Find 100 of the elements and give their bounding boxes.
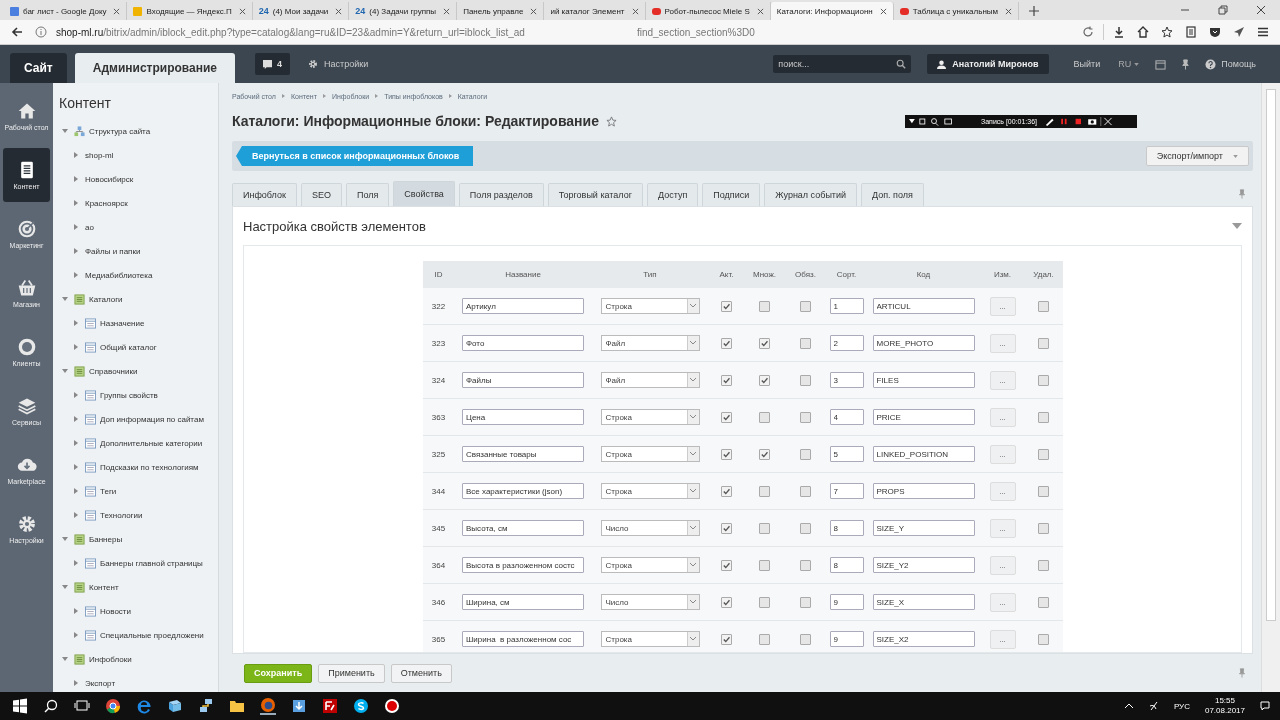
tree-item[interactable]: Новосибирск: [59, 167, 218, 191]
checkbox[interactable]: [759, 559, 770, 571]
tree-item[interactable]: Баннеры главной страницы: [59, 551, 218, 575]
sort-input[interactable]: 2: [829, 335, 864, 351]
tree-item[interactable]: Баннеры: [59, 527, 218, 551]
type-select[interactable]: Строка: [600, 409, 700, 425]
sort-input[interactable]: 8: [829, 520, 864, 536]
edit-button[interactable]: ...: [989, 555, 1016, 575]
expander-icon[interactable]: [62, 297, 68, 301]
expander-icon[interactable]: [62, 129, 68, 133]
tree-item[interactable]: Красноярск: [59, 191, 218, 215]
expander-icon[interactable]: [74, 200, 78, 206]
checkbox[interactable]: [759, 596, 770, 608]
expander-icon[interactable]: [74, 560, 78, 566]
expander-icon[interactable]: [74, 632, 78, 638]
type-select[interactable]: Число: [600, 594, 700, 610]
sort-input[interactable]: 7: [829, 483, 864, 499]
help-icon[interactable]: [1205, 58, 1217, 70]
type-select[interactable]: Строка: [600, 483, 700, 499]
tree-item[interactable]: Назначение: [59, 311, 218, 335]
name-input[interactable]: Высота в разложенном состс: [462, 557, 584, 573]
pin-icon[interactable]: [1237, 668, 1247, 678]
type-select[interactable]: Строка: [600, 631, 700, 647]
checkbox[interactable]: [721, 522, 732, 534]
tree-item[interactable]: Группы свойств: [59, 383, 218, 407]
search-icon[interactable]: [43, 698, 59, 714]
ftp-client-icon[interactable]: [322, 698, 338, 714]
network-icon[interactable]: [198, 698, 214, 714]
code-input[interactable]: LINKED_POSITION: [872, 446, 975, 462]
edit-button[interactable]: ...: [989, 407, 1016, 427]
close-icon[interactable]: [1005, 7, 1013, 15]
code-input[interactable]: SIZE_Y: [872, 520, 975, 536]
checkbox[interactable]: [721, 448, 732, 460]
search-icon[interactable]: [896, 59, 907, 69]
code-input[interactable]: MORE_PHOTO: [872, 335, 975, 351]
expander-icon[interactable]: [74, 440, 78, 446]
tree-item[interactable]: Справочники: [59, 359, 218, 383]
close-icon[interactable]: [113, 7, 121, 15]
checkbox[interactable]: [759, 522, 770, 534]
reader-icon[interactable]: [1185, 26, 1197, 38]
name-input[interactable]: Связанные товары: [462, 446, 584, 462]
checkbox[interactable]: [721, 337, 732, 349]
expander-icon[interactable]: [74, 512, 78, 518]
tree-item[interactable]: Файлы и папки: [59, 239, 218, 263]
code-input[interactable]: ARTICUL: [872, 298, 975, 314]
pocket-icon[interactable]: [1209, 26, 1221, 38]
type-select[interactable]: Файл: [600, 335, 700, 351]
checkbox[interactable]: [1038, 300, 1049, 312]
tab[interactable]: Поля: [345, 183, 390, 206]
checkbox[interactable]: [1038, 337, 1049, 349]
code-input[interactable]: SIZE_Y2: [872, 557, 975, 573]
expander-icon[interactable]: [74, 344, 78, 350]
tab[interactable]: Поля разделов: [458, 183, 544, 206]
menu-icon[interactable]: [1257, 26, 1269, 38]
language-selector[interactable]: RU: [1118, 59, 1140, 69]
browser-tab[interactable]: Каталоги: Информационн: [770, 2, 894, 20]
checkbox[interactable]: [759, 411, 770, 423]
expander-icon[interactable]: [74, 416, 78, 422]
checkbox[interactable]: [1038, 633, 1049, 645]
expander-icon[interactable]: [62, 657, 68, 661]
clock[interactable]: 15:55 07.08.2017: [1204, 696, 1245, 716]
checkbox[interactable]: [721, 485, 732, 497]
notification-icon[interactable]: [1260, 701, 1270, 711]
expander-icon[interactable]: [74, 320, 78, 326]
tree-item[interactable]: ao: [59, 215, 218, 239]
record-icon[interactable]: [384, 698, 400, 714]
expander-icon[interactable]: [74, 176, 78, 182]
tree-item[interactable]: Контент: [59, 575, 218, 599]
close-icon[interactable]: [530, 7, 538, 15]
pen-icon[interactable]: [1148, 701, 1159, 711]
tab[interactable]: Свойства: [393, 181, 455, 206]
tree-item[interactable]: Экспорт: [59, 671, 218, 692]
app-icon[interactable]: [167, 698, 183, 714]
checkbox[interactable]: [1038, 559, 1049, 571]
checkbox[interactable]: [800, 633, 811, 645]
checkbox[interactable]: [1038, 522, 1049, 534]
star-icon[interactable]: [1161, 26, 1173, 38]
tab[interactable]: SEO: [300, 183, 342, 206]
close-icon[interactable]: [335, 7, 343, 15]
sort-input[interactable]: 3: [829, 372, 864, 388]
close-icon[interactable]: [238, 7, 246, 15]
tab[interactable]: Торговый каталог: [547, 183, 643, 206]
checkbox[interactable]: [759, 633, 770, 645]
header-tab[interactable]: Администрирование: [74, 53, 236, 83]
reload-icon[interactable]: [1082, 26, 1094, 38]
checkbox[interactable]: [800, 411, 811, 423]
help-link[interactable]: Помощь: [1221, 59, 1256, 69]
tab[interactable]: Подписи: [702, 183, 761, 206]
expander-icon[interactable]: [62, 537, 68, 541]
close-icon[interactable]: [1256, 5, 1266, 15]
form-button[interactable]: Применить: [318, 663, 385, 683]
expander-icon[interactable]: [74, 680, 78, 686]
tree-item[interactable]: Доп информация по сайтам: [59, 407, 218, 431]
tab[interactable]: Журнал событий: [764, 183, 858, 206]
close-icon[interactable]: [631, 7, 639, 15]
scrollbar[interactable]: [1261, 83, 1280, 692]
calendar-icon[interactable]: [1155, 58, 1167, 70]
name-input[interactable]: Все характеристики (json): [462, 483, 584, 499]
tree-item[interactable]: Инфоблоки: [59, 647, 218, 671]
chrome-icon[interactable]: [105, 698, 121, 714]
